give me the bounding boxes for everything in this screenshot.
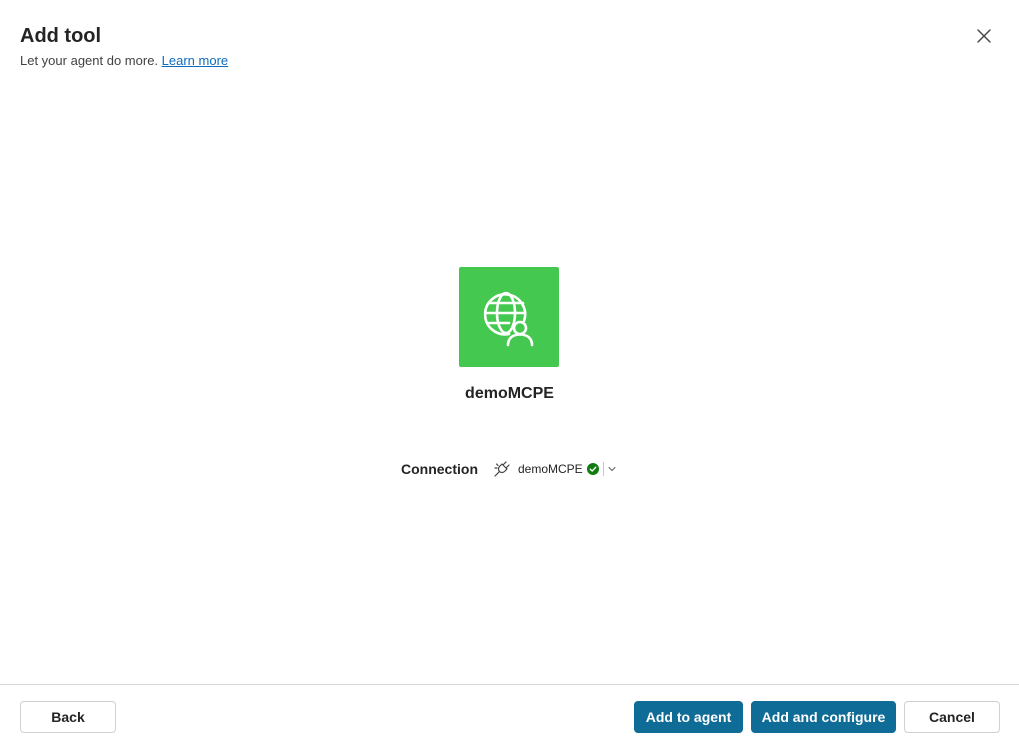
connection-dropdown[interactable]: demoMCPE <box>493 460 617 478</box>
dialog-title: Add tool <box>20 25 102 47</box>
dialog-header: Add tool Let your agent do more. Learn m… <box>20 24 228 70</box>
dropdown-divider <box>602 462 604 476</box>
subtitle-text: Let your agent do more. <box>20 53 159 68</box>
cancel-button[interactable]: Cancel <box>904 701 1000 733</box>
footer-divider <box>0 684 1019 685</box>
back-button[interactable]: Back <box>20 701 116 733</box>
add-to-agent-button[interactable]: Add to agent <box>634 701 743 733</box>
globe-person-icon <box>483 291 534 347</box>
connection-label: Connection <box>401 461 478 477</box>
dialog-subtitle: Let your agent do more. Learn more <box>20 52 228 70</box>
connection-row: Connection demoMCPE <box>401 459 617 479</box>
chevron-down-icon <box>608 466 616 472</box>
tool-icon-tile <box>459 267 559 367</box>
add-tool-dialog: Add tool Let your agent do more. Learn m… <box>0 0 1019 740</box>
check-circle-icon <box>586 463 599 475</box>
learn-more-link[interactable]: Learn more <box>162 53 228 68</box>
add-and-configure-button[interactable]: Add and configure <box>751 701 896 733</box>
connection-name: demoMCPE <box>518 462 583 476</box>
tool-name: demoMCPE <box>465 385 554 402</box>
close-icon <box>977 29 991 43</box>
plug-disconnected-icon <box>494 461 510 477</box>
close-button[interactable] <box>972 24 996 48</box>
